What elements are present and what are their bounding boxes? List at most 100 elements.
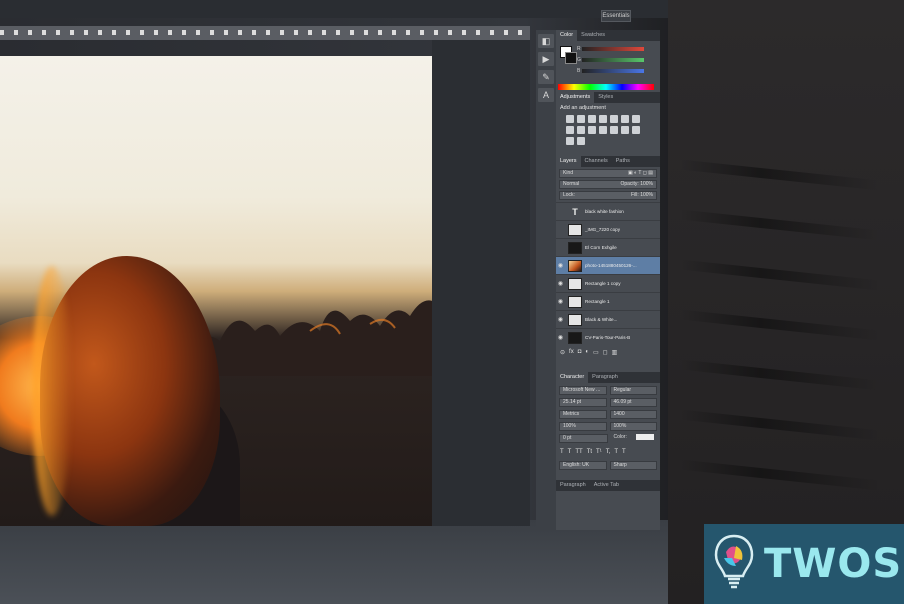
mask-icon[interactable]: ◘ <box>578 349 582 356</box>
color-panel-tabs: Color Swatches <box>556 30 660 41</box>
faux-bold-button[interactable]: T <box>560 449 564 455</box>
tab-paragraph[interactable]: Paragraph <box>588 372 622 383</box>
posterize-icon[interactable] <box>621 126 629 134</box>
eye-icon[interactable]: ◉ <box>556 298 565 305</box>
text-color-swatch[interactable] <box>636 434 654 440</box>
superscript-button[interactable]: T¹ <box>596 449 602 455</box>
strikethrough-button[interactable]: T <box>622 449 626 455</box>
window-blind-slat <box>680 359 880 391</box>
color-balance-icon[interactable] <box>632 115 640 123</box>
tab-active-bottom[interactable]: Active Tab <box>590 480 623 491</box>
invert-icon[interactable] <box>610 126 618 134</box>
hue-saturation-icon[interactable] <box>621 115 629 123</box>
brightness-icon[interactable] <box>566 115 574 123</box>
eye-icon[interactable]: ◉ <box>556 280 565 287</box>
blue-slider[interactable] <box>582 69 644 73</box>
small-caps-button[interactable]: Tt <box>587 449 592 455</box>
character-tabs: Character Paragraph <box>556 372 660 383</box>
spacing-row: Metrics 1400 <box>559 410 657 419</box>
horizontal-scale-field[interactable]: 100% <box>609 422 657 431</box>
all-caps-button[interactable]: TT <box>575 449 582 455</box>
fill-value[interactable]: 100% <box>640 192 653 198</box>
tab-color[interactable]: Color <box>556 30 578 41</box>
brush-icon[interactable]: ✎ <box>538 70 554 84</box>
vertical-scale-field[interactable]: 100% <box>559 422 607 431</box>
layer-kind-filter[interactable]: Kind ▣ ◐ T ◻ ▤ <box>559 169 657 178</box>
character-panel: Character Paragraph Microsoft New ... Re… <box>556 372 660 522</box>
tab-character[interactable]: Character <box>556 372 589 383</box>
font-style-select[interactable]: Regular <box>609 386 657 395</box>
color-lookup-icon[interactable] <box>599 126 607 134</box>
adjustment-layer-icon[interactable]: ◐ <box>585 349 589 356</box>
fill-group: Fill: 100% <box>631 192 653 199</box>
tab-styles[interactable]: Styles <box>594 92 617 103</box>
tab-channels[interactable]: Channels <box>581 156 612 167</box>
antialias-select[interactable]: Sharp <box>609 461 657 470</box>
link-icon[interactable]: ⊝ <box>560 349 565 356</box>
baseline-shift-field[interactable]: 0 pt <box>559 434 608 443</box>
subscript-button[interactable]: T, <box>606 449 611 455</box>
channel-mixer-icon[interactable] <box>588 126 596 134</box>
black-white-icon[interactable] <box>566 126 574 134</box>
levels-icon[interactable] <box>577 115 585 123</box>
language-select[interactable]: English: UK <box>559 461 607 470</box>
kerning-select[interactable]: Metrics <box>559 410 607 419</box>
background-color-swatch[interactable] <box>565 52 577 64</box>
exposure-icon[interactable] <box>599 115 607 123</box>
layer-row[interactable]: ◉ Rectangle 1 copy <box>556 274 660 292</box>
photo-filter-icon[interactable] <box>577 126 585 134</box>
selective-color-icon[interactable] <box>577 137 585 145</box>
tab-paragraph-bottom[interactable]: Paragraph <box>556 480 590 491</box>
type-style-buttons: T T TT Tt T¹ T, T T <box>556 446 660 458</box>
font-family-select[interactable]: Microsoft New ... <box>559 386 607 395</box>
layer-row-selected[interactable]: ◉ photo-1451880450126-... <box>556 256 660 274</box>
green-slider[interactable] <box>582 58 644 62</box>
new-layer-icon[interactable]: ◻ <box>603 349 608 356</box>
underline-button[interactable]: T <box>614 449 618 455</box>
text-color-group: Color: <box>610 434 657 443</box>
filter-icons: ▣ ◐ T ◻ ▤ <box>627 170 653 176</box>
layer-row[interactable]: T black white fashion <box>556 202 660 220</box>
trash-icon[interactable]: ▥ <box>612 349 618 356</box>
window-blind-slat <box>680 259 880 291</box>
layer-row[interactable]: ◉ Rectangle 1 <box>556 292 660 310</box>
gradient-map-icon[interactable] <box>566 137 574 145</box>
layer-thumbnail <box>568 295 582 308</box>
tracking-field[interactable]: 1400 <box>609 410 657 419</box>
font-size-field[interactable]: 25.14 pt <box>559 398 607 407</box>
blend-opacity-row: Normal Opacity: 100% <box>559 180 657 189</box>
faux-italic-button[interactable]: T <box>568 449 572 455</box>
vibrance-icon[interactable] <box>610 115 618 123</box>
eye-icon[interactable]: ◉ <box>556 334 565 341</box>
tab-layers[interactable]: Layers <box>556 156 581 167</box>
layer-name: CV-Paris-Tour-Paris-B <box>585 335 631 340</box>
curves-icon[interactable] <box>588 115 596 123</box>
color-spectrum[interactable] <box>558 84 654 90</box>
layer-row[interactable]: ◉ Black & White... <box>556 310 660 328</box>
tab-paths[interactable]: Paths <box>612 156 634 167</box>
tab-swatches[interactable]: Swatches <box>577 30 609 41</box>
fx-icon[interactable]: fx <box>569 349 574 356</box>
baseline-row: 0 pt Color: <box>559 434 657 443</box>
leading-field[interactable]: 46.09 pt <box>609 398 657 407</box>
adjustments-tabs: Adjustments Styles <box>556 92 660 103</box>
workspace-switcher[interactable]: Essentials <box>601 10 631 22</box>
lock-fill-row: Lock: Fill: 100% <box>559 191 657 200</box>
color-panel-icon[interactable]: ◧ <box>538 34 554 48</box>
tab-adjustments[interactable]: Adjustments <box>556 92 595 103</box>
red-slider[interactable] <box>582 47 644 51</box>
layers-tabs: Layers Channels Paths <box>556 156 660 167</box>
group-icon[interactable]: ▭ <box>593 349 599 356</box>
layer-row[interactable]: ◉ CV-Paris-Tour-Paris-B <box>556 328 660 346</box>
document-canvas[interactable] <box>0 56 432 526</box>
type-tool-icon[interactable]: A <box>538 88 554 102</box>
threshold-icon[interactable] <box>632 126 640 134</box>
eye-icon[interactable]: ◉ <box>556 262 565 269</box>
blend-mode-select[interactable]: Normal <box>563 181 579 188</box>
font-row: Microsoft New ... Regular <box>559 386 657 395</box>
opacity-value[interactable]: 100% <box>640 181 653 187</box>
layer-row[interactable]: El Corn Exhgile <box>556 238 660 256</box>
play-icon[interactable]: ▶ <box>538 52 554 66</box>
layer-row[interactable]: _IMG_7220 copy <box>556 220 660 238</box>
eye-icon[interactable]: ◉ <box>556 316 565 323</box>
